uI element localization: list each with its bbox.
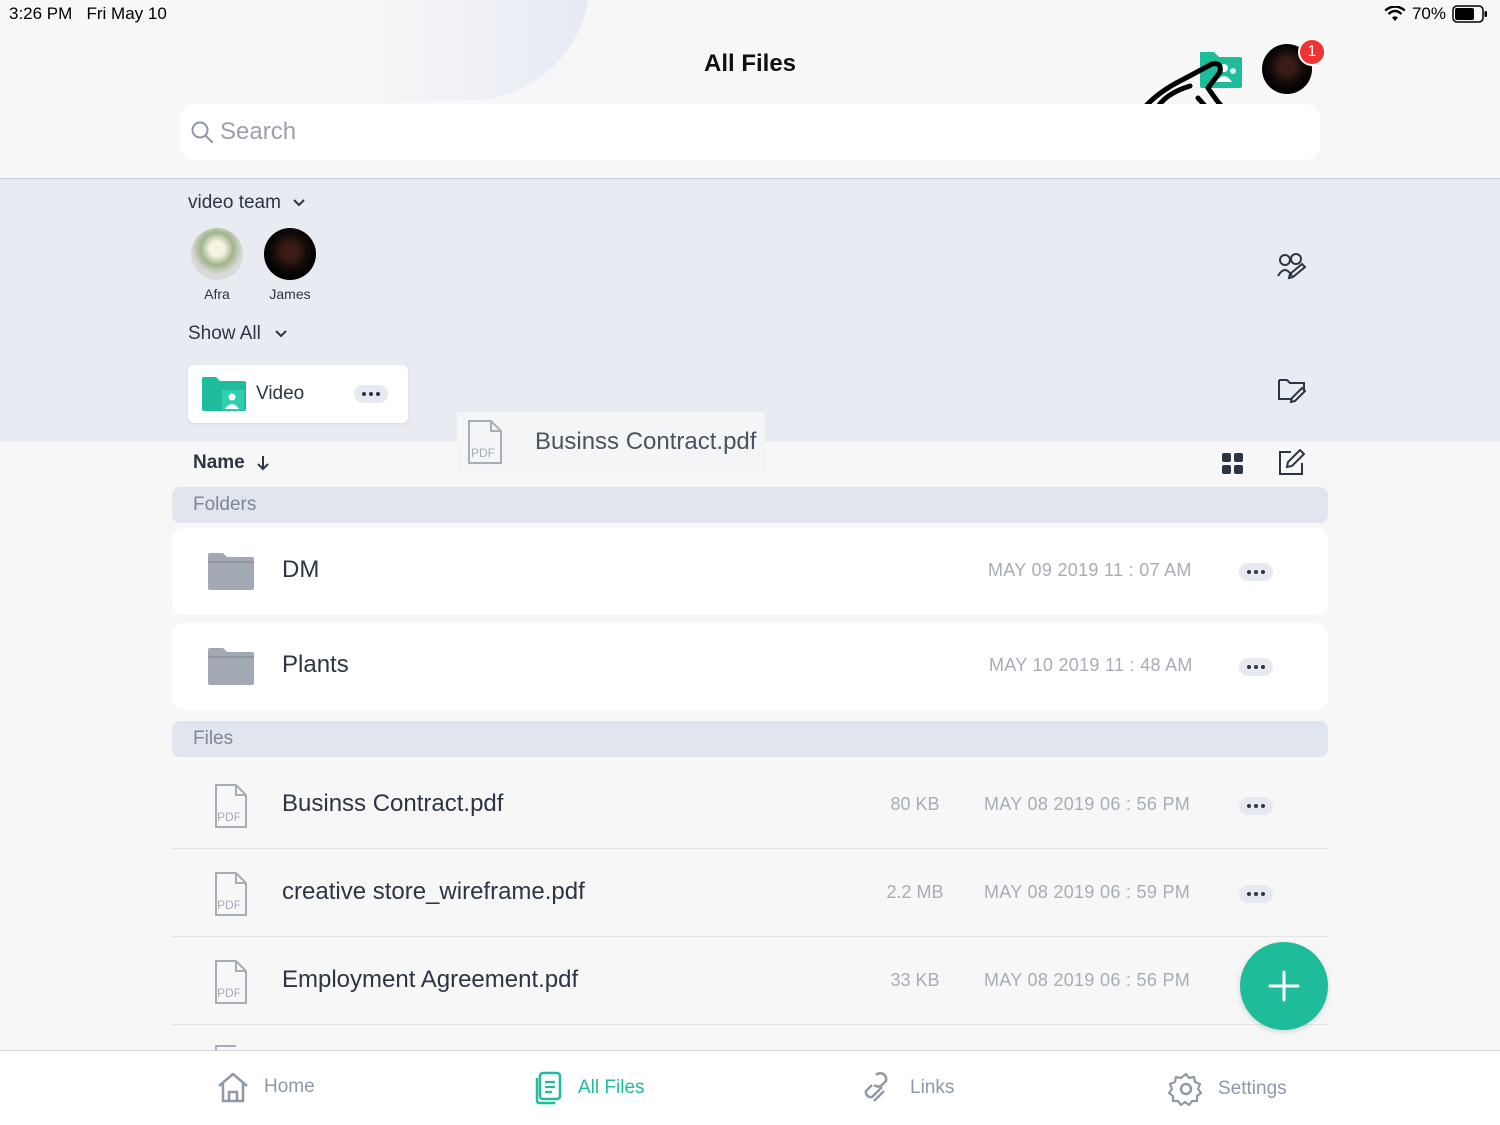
file-name: creative store_wireframe.pdf xyxy=(282,878,585,905)
file-date: MAY 08 2019 06 : 56 PM xyxy=(984,794,1191,814)
tab-label: All Files xyxy=(578,1077,645,1098)
shared-folder-video[interactable]: Video xyxy=(188,365,408,423)
team-name: video team xyxy=(188,192,281,213)
file-name: Employment Agreement.pdf xyxy=(282,966,579,993)
team-folder-icon xyxy=(202,377,246,411)
folder-name: Plants xyxy=(282,651,349,678)
tab-bar: Home All Files Links Settings xyxy=(0,1050,1500,1125)
file-row[interactable]: PDF creative store_wireframe.pdf 2.2 MB … xyxy=(172,849,1328,937)
tab-home[interactable]: Home xyxy=(216,1071,315,1103)
pdf-file-icon: PDF xyxy=(215,872,247,916)
settings-icon xyxy=(1168,1072,1203,1107)
dragged-file-name: Businss Contract.pdf xyxy=(535,428,757,455)
home-icon xyxy=(218,1072,248,1103)
dragged-file-preview[interactable]: PDF Businss Contract.pdf xyxy=(457,412,765,472)
shared-folder-label: Video xyxy=(256,383,305,404)
notification-badge: 1 xyxy=(1298,38,1326,66)
chevron-down-icon xyxy=(293,199,305,207)
folder-name: DM xyxy=(282,556,320,583)
more-options-button[interactable] xyxy=(1239,563,1273,581)
search-bar[interactable] xyxy=(180,104,1320,160)
search-icon xyxy=(191,121,213,143)
add-button[interactable] xyxy=(1240,942,1328,1030)
file-size: 2.2 MB xyxy=(886,882,944,902)
chevron-down-icon xyxy=(275,330,287,338)
team-member-james[interactable]: James xyxy=(250,228,330,302)
all-files-icon xyxy=(535,1071,562,1105)
edit-icon xyxy=(1279,448,1306,475)
file-name: Businss Contract.pdf xyxy=(282,790,504,817)
sort-by-name-button[interactable]: Name xyxy=(193,452,269,474)
status-clock: 3:26 PM xyxy=(9,4,73,23)
svg-text:PDF: PDF xyxy=(217,810,241,824)
pdf-file-icon: PDF xyxy=(215,960,247,1004)
file-size: 33 KB xyxy=(890,970,940,990)
status-date: Fri May 10 xyxy=(86,4,167,23)
svg-text:PDF: PDF xyxy=(217,986,241,1000)
svg-text:PDF: PDF xyxy=(217,898,241,912)
battery-percent: 70% xyxy=(1411,4,1446,23)
avatar xyxy=(191,228,243,280)
team-member-afra[interactable]: Afra xyxy=(177,228,257,302)
member-name: James xyxy=(269,286,311,302)
tab-label: Links xyxy=(910,1077,955,1098)
folders-section-header: Folders xyxy=(172,487,1328,523)
search-input[interactable] xyxy=(220,118,1120,146)
file-size: 80 KB xyxy=(890,794,940,814)
file-row[interactable]: PDF Employment Agreement.pdf 33 KB MAY 0… xyxy=(172,937,1328,1025)
folder-edit-icon xyxy=(1278,379,1307,404)
folder-date: MAY 09 2019 11 : 07 AM xyxy=(988,560,1192,580)
folder-date: MAY 10 2019 11 : 48 AM xyxy=(989,655,1193,675)
folder-row-dm[interactable]: DM MAY 09 2019 11 : 07 AM xyxy=(172,528,1328,615)
status-indicators: 70% xyxy=(1384,4,1488,24)
new-folder-button[interactable] xyxy=(1277,377,1307,408)
folder-icon xyxy=(208,553,254,590)
avatar xyxy=(264,228,316,280)
grid-view-button[interactable] xyxy=(1222,453,1244,480)
member-name: Afra xyxy=(204,286,230,302)
edit-button[interactable] xyxy=(1277,448,1306,482)
pdf-file-icon: PDF xyxy=(215,784,247,828)
status-time: 3:26 PM Fri May 10 xyxy=(9,4,167,24)
team-selector[interactable]: video team xyxy=(188,192,305,214)
files-section-header: Files xyxy=(172,721,1328,757)
arrow-down-icon xyxy=(257,456,269,471)
tab-links[interactable]: Links xyxy=(864,1071,954,1105)
battery-icon xyxy=(1452,5,1487,23)
manage-team-button[interactable] xyxy=(1276,252,1308,285)
more-options-button[interactable] xyxy=(1239,885,1273,903)
tab-settings[interactable]: Settings xyxy=(1168,1071,1287,1107)
pdf-file-icon: PDF xyxy=(468,420,502,464)
more-options-button[interactable] xyxy=(354,385,388,403)
tab-label: Home xyxy=(264,1076,315,1097)
more-options-button[interactable] xyxy=(1239,797,1273,815)
file-date: MAY 08 2019 06 : 59 PM xyxy=(984,882,1191,902)
plus-icon xyxy=(1268,970,1300,1002)
team-edit-icon xyxy=(1277,253,1307,280)
more-options-button[interactable] xyxy=(1239,658,1273,676)
links-icon xyxy=(864,1072,888,1102)
wifi-icon xyxy=(1384,6,1406,21)
show-all-toggle[interactable]: Show All xyxy=(188,323,287,345)
svg-text:PDF: PDF xyxy=(471,446,495,460)
folder-icon xyxy=(208,648,254,685)
file-row[interactable]: PDF Businss Contract.pdf 80 KB MAY 08 20… xyxy=(172,761,1328,849)
folder-row-plants[interactable]: Plants MAY 10 2019 11 : 48 AM xyxy=(172,623,1328,710)
show-all-label: Show All xyxy=(188,323,261,344)
grid-icon xyxy=(1222,453,1243,474)
sort-label: Name xyxy=(193,452,245,473)
file-date: MAY 08 2019 06 : 56 PM xyxy=(984,970,1191,990)
tab-all-files[interactable]: All Files xyxy=(534,1071,645,1105)
tab-label: Settings xyxy=(1218,1078,1287,1099)
